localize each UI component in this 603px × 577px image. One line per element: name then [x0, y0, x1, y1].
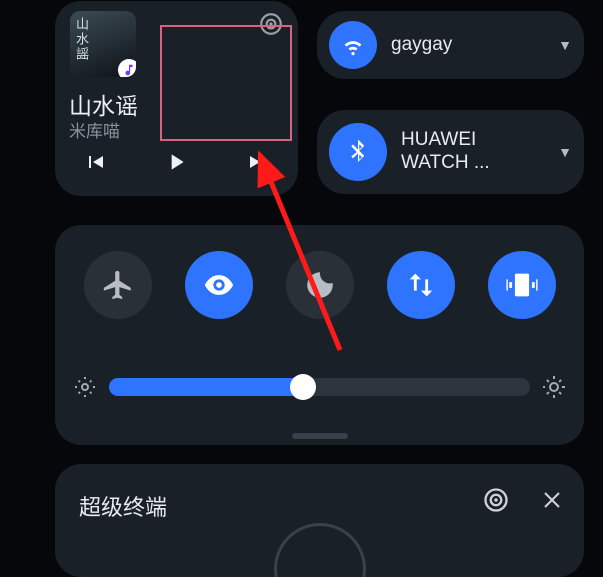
drag-handle[interactable]: [292, 433, 348, 439]
wifi-icon: [329, 21, 377, 69]
track-artist: 米库喵: [69, 117, 120, 142]
super-terminal-hub-circle: [274, 523, 366, 577]
super-terminal-title: 超级终端: [79, 490, 167, 522]
vibrate-toggle[interactable]: [488, 251, 556, 319]
music-player-card[interactable]: 山水謡 山水谣 米库喵: [55, 1, 298, 196]
brightness-high-icon: [542, 375, 566, 399]
play-button[interactable]: [163, 149, 189, 180]
toggle-row: [55, 251, 584, 319]
expand-wifi-icon[interactable]: ▼: [558, 37, 572, 53]
next-track-button[interactable]: [246, 150, 270, 179]
brightness-fill: [109, 378, 303, 396]
eye-comfort-toggle[interactable]: [185, 251, 253, 319]
media-controls: [55, 144, 298, 184]
album-art-text: 山水謡: [74, 17, 88, 62]
track-title: 山水谣: [69, 87, 138, 121]
brightness-slider-row: [73, 367, 566, 407]
mobile-data-toggle[interactable]: [387, 251, 455, 319]
do-not-disturb-toggle[interactable]: [286, 251, 354, 319]
previous-track-button[interactable]: [83, 150, 107, 179]
expand-bluetooth-icon[interactable]: ▼: [558, 144, 572, 160]
brightness-low-icon: [73, 375, 97, 399]
brightness-thumb[interactable]: [290, 374, 316, 400]
bluetooth-tile[interactable]: HUAWEI WATCH ... ▼: [317, 110, 584, 194]
super-terminal-close-icon[interactable]: [540, 488, 564, 517]
bluetooth-icon: [329, 123, 387, 181]
album-art[interactable]: 山水謡: [70, 11, 136, 77]
bluetooth-device: HUAWEI WATCH ...: [401, 129, 544, 175]
brightness-slider[interactable]: [109, 378, 530, 396]
wifi-tile[interactable]: gaygay ▼: [317, 11, 584, 79]
super-terminal-card[interactable]: 超级终端: [55, 464, 584, 577]
airplane-mode-toggle[interactable]: [84, 251, 152, 319]
quick-toggles-card: [55, 225, 584, 445]
music-app-badge-icon: [118, 59, 136, 77]
wifi-ssid: gaygay: [391, 34, 544, 57]
audio-output-icon[interactable]: [254, 7, 288, 41]
super-terminal-scan-icon[interactable]: [482, 486, 510, 519]
